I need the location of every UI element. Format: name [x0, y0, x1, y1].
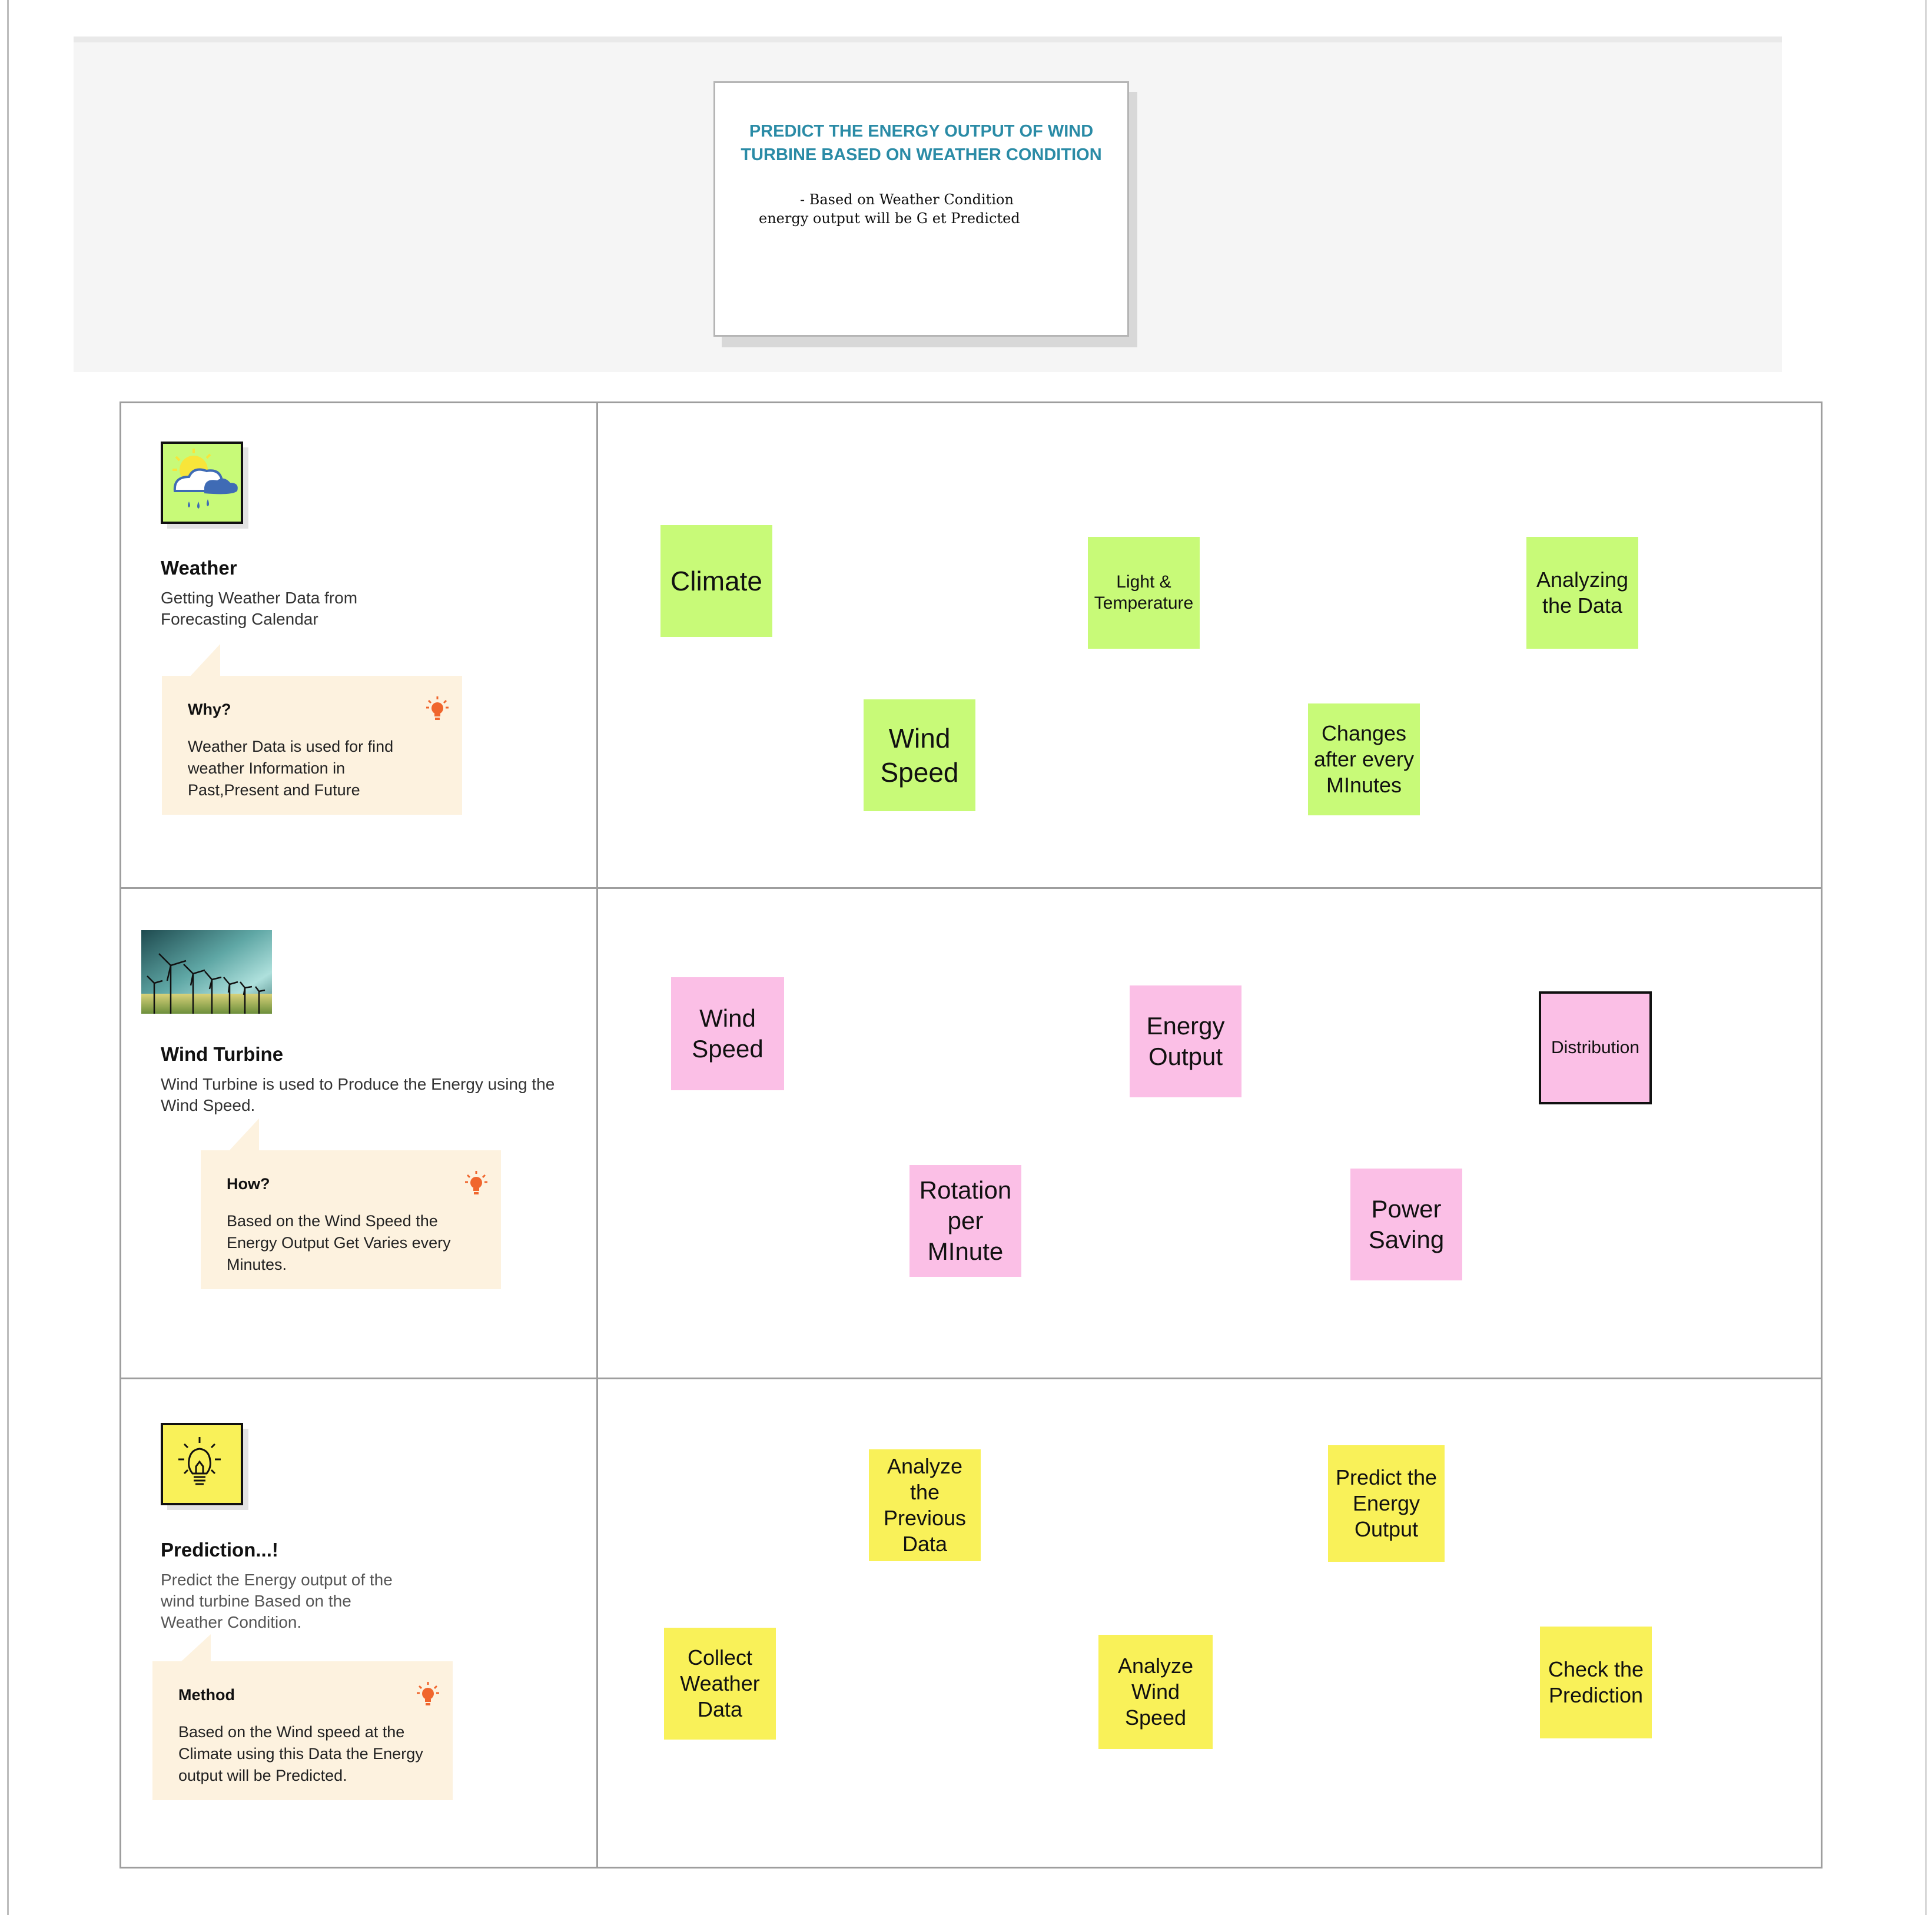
- callout-how-tail: [228, 1119, 259, 1151]
- callout-body: Weather Data is used for find weather In…: [188, 738, 394, 799]
- callout-method: Method Based on the Wind speed at the Cl…: [152, 1661, 453, 1800]
- sticky-light-temperature[interactable]: Light & Temperature: [1088, 537, 1200, 649]
- grid-row-divider-2: [119, 1378, 1823, 1379]
- row-description-wind-turbine: Wind Turbine is used to Produce the Ener…: [161, 1075, 555, 1114]
- sticky-wind-speed-2[interactable]: Wind Speed: [671, 977, 784, 1090]
- sticky-rotation-per-minute[interactable]: Rotation per MInute: [909, 1165, 1021, 1277]
- callout-why-tail: [190, 644, 220, 677]
- callout-heading: Why?: [188, 701, 231, 718]
- row-title-weather: Weather: [161, 557, 237, 579]
- callout-body: Based on the Wind Speed the Energy Outpu…: [227, 1212, 451, 1273]
- title-card[interactable]: PREDICT THE ENERGY OUTPUT OF WIND TURBIN…: [713, 81, 1129, 337]
- sticky-wind-speed[interactable]: Wind Speed: [864, 699, 975, 811]
- grid-column-divider: [596, 401, 598, 1868]
- page-right-edge: [1925, 0, 1927, 1915]
- lightbulb-icon: [417, 1682, 439, 1705]
- weather-cloud-rain-sun-icon: [161, 442, 243, 524]
- row-title-wind-turbine: Wind Turbine: [161, 1043, 284, 1065]
- row-description-weather: Getting Weather Data from Forecasting Ca…: [161, 589, 358, 628]
- page-title: PREDICT THE ENERGY OUTPUT OF WIND TURBIN…: [741, 122, 1102, 164]
- callout-why: Why? Weather Data is used for find weath…: [162, 676, 462, 815]
- callout-method-tail: [180, 1634, 211, 1662]
- sticky-analyze-previous-data[interactable]: Analyze the Previous Data: [869, 1449, 981, 1561]
- row-title-prediction: Prediction...!: [161, 1539, 278, 1561]
- sticky-power-saving[interactable]: Power Saving: [1350, 1169, 1462, 1280]
- sticky-distribution[interactable]: Distribution: [1539, 991, 1652, 1104]
- grid-top-border: [119, 401, 1823, 403]
- sticky-analyzing-data[interactable]: Analyzing the Data: [1526, 537, 1638, 649]
- callout-how: How? Based on the Wind Speed the Energy …: [201, 1150, 501, 1289]
- wind-turbine-photo-icon: [141, 930, 272, 1014]
- sticky-changes-every-minutes[interactable]: Changes after every MInutes: [1308, 703, 1420, 815]
- callout-body: Based on the Wind speed at the Climate u…: [178, 1723, 423, 1784]
- sticky-climate[interactable]: Climate: [660, 525, 772, 637]
- row-description-prediction: Predict the Energy output of the wind tu…: [161, 1571, 393, 1631]
- sticky-check-prediction[interactable]: Check the Prediction: [1540, 1627, 1652, 1738]
- sticky-collect-weather-data[interactable]: Collect Weather Data: [664, 1628, 776, 1740]
- sticky-analyze-wind-speed[interactable]: Analyze Wind Speed: [1098, 1635, 1213, 1749]
- prediction-lightbulb-icon: [161, 1423, 243, 1505]
- grid-left-border: [119, 401, 121, 1868]
- lightbulb-icon: [465, 1171, 487, 1194]
- callout-heading: How?: [227, 1175, 270, 1193]
- page-subtitle: - Based on Weather Condition energy outp…: [759, 191, 1020, 227]
- callout-heading: Method: [178, 1686, 235, 1704]
- grid-bottom-border: [119, 1867, 1823, 1868]
- grid-row-divider-1: [119, 887, 1823, 889]
- grid-right-border: [1821, 401, 1823, 1868]
- sticky-predict-energy-output[interactable]: Predict the Energy Output: [1328, 1445, 1445, 1562]
- sticky-energy-output[interactable]: Energy Output: [1130, 985, 1241, 1097]
- lightbulb-icon: [426, 696, 449, 720]
- page-left-edge: [7, 0, 9, 1915]
